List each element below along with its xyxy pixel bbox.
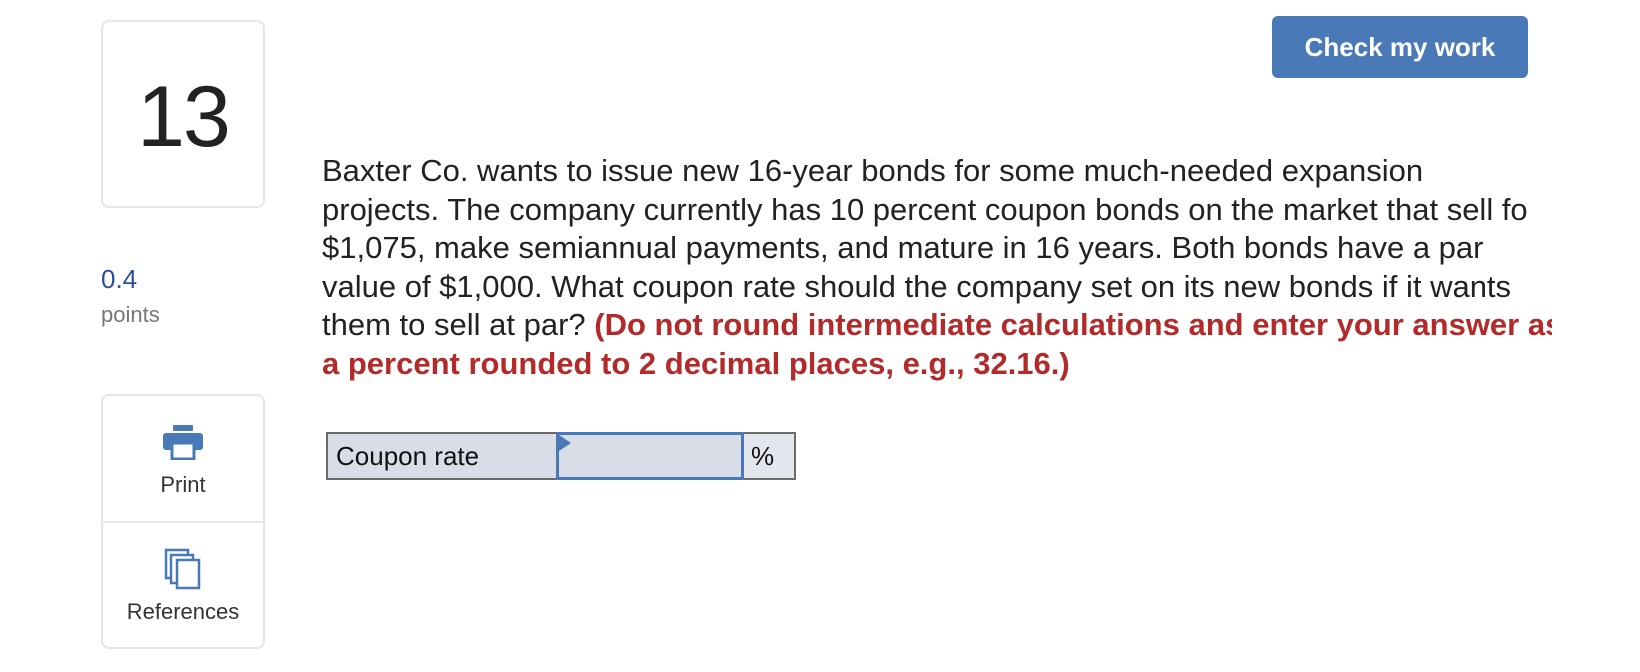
question-line: projects. The company currently has 10 p…: [322, 191, 1528, 227]
question-line: $1,075, make semiannual payments, and ma…: [322, 230, 1484, 265]
coupon-rate-input[interactable]: [559, 435, 741, 477]
check-my-work-button[interactable]: Check my work: [1272, 16, 1528, 78]
question-line: value of $1,000. What coupon rate should…: [322, 268, 1512, 304]
coupon-rate-label: Coupon rate: [326, 432, 558, 480]
input-flag-icon: [559, 435, 571, 451]
question-text: Baxter Co. wants to issue new 16-year bo…: [322, 152, 1552, 383]
references-button[interactable]: References: [103, 523, 263, 648]
points-value: 0.4: [101, 264, 138, 294]
tools-panel: Print References: [101, 394, 265, 649]
references-label: References: [126, 599, 240, 624]
question-number-card: 13: [101, 20, 265, 208]
percent-unit-label: %: [742, 432, 796, 480]
question-text-end: them to sell at par?: [322, 307, 595, 342]
print-label: Print: [160, 472, 206, 497]
documents-stack-icon: [161, 548, 205, 590]
points-label: points: [101, 302, 160, 327]
question-line: Baxter Co. wants to issue new 16-year bo…: [322, 153, 1424, 188]
question-line-with-instruction: them to sell at par? (Do not round inter…: [322, 306, 1552, 345]
answer-row: Coupon rate %: [326, 432, 796, 480]
coupon-rate-input-cell[interactable]: [556, 432, 744, 480]
printer-icon: [161, 422, 205, 462]
instruction-text: (Do not round intermediate calculations …: [594, 307, 1552, 342]
question-number: 13: [137, 68, 231, 165]
instruction-text-continued: a percent rounded to 2 decimal places, e…: [322, 345, 1070, 381]
print-button[interactable]: Print: [103, 396, 263, 521]
